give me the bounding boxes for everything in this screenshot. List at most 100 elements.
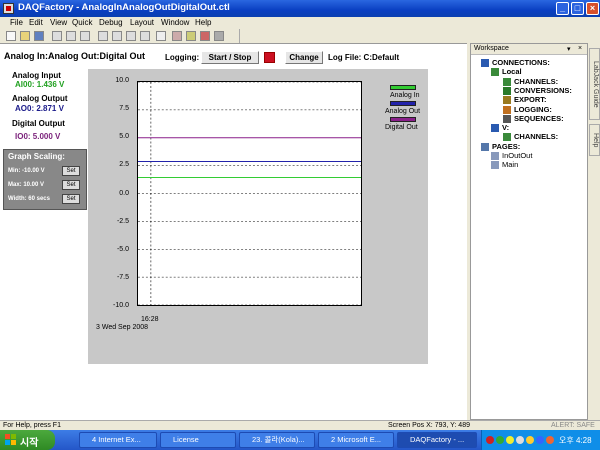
set-min-button[interactable]: Set bbox=[62, 166, 80, 176]
tree-item[interactable]: LOGGING: bbox=[514, 105, 552, 114]
tray-red-icon[interactable] bbox=[486, 436, 494, 444]
logging-label: Logging: bbox=[165, 53, 200, 62]
y-tick-label: 0.0 bbox=[119, 189, 129, 197]
title-bar[interactable]: DAQFactory - AnalogInAnalogOutDigitalOut… bbox=[0, 0, 600, 17]
change-button[interactable]: Change bbox=[285, 51, 323, 64]
y-tick-label: -7.5 bbox=[116, 273, 129, 281]
maximize-button[interactable]: □ bbox=[571, 2, 584, 15]
check-icon[interactable] bbox=[126, 31, 136, 41]
workspace-menu-button[interactable]: ▾ bbox=[567, 45, 571, 53]
menu-debug[interactable]: Debug bbox=[99, 18, 123, 27]
tray-smile-icon[interactable] bbox=[506, 436, 514, 444]
tree-item[interactable]: CONVERSIONS: bbox=[514, 86, 572, 95]
page-title: Analog In:Analog Out:Digital Out bbox=[4, 51, 145, 61]
tray-app-icon[interactable] bbox=[546, 436, 554, 444]
new-icon[interactable] bbox=[6, 31, 16, 41]
menu-window[interactable]: Window bbox=[161, 18, 189, 27]
workspace-header: Workspace ▾ × bbox=[471, 44, 587, 55]
window-title: DAQFactory - AnalogInAnalogOutDigitalOut… bbox=[18, 2, 230, 13]
menu-view[interactable]: View bbox=[50, 18, 67, 27]
menu-edit[interactable]: Edit bbox=[29, 18, 43, 27]
y-tick-label: 2.5 bbox=[119, 161, 129, 169]
help-icon[interactable] bbox=[156, 31, 166, 41]
menu-file[interactable]: File bbox=[10, 18, 23, 27]
screen-position-readout: Screen Pos X: 793, Y: 489 bbox=[388, 422, 470, 429]
x-tick-label: 16:28 bbox=[141, 316, 159, 323]
start-button[interactable]: 시작 bbox=[0, 430, 55, 450]
tray-network-icon[interactable] bbox=[516, 436, 524, 444]
minimize-button[interactable]: _ bbox=[556, 2, 569, 15]
tree-item[interactable]: Local bbox=[502, 67, 522, 76]
digital-output-value: IO0: 5.000 V bbox=[15, 132, 61, 141]
analog-input-value: AI00: 1.436 V bbox=[15, 80, 65, 89]
tray-volume-icon[interactable] bbox=[526, 436, 534, 444]
page-icon[interactable] bbox=[200, 31, 210, 41]
plot-area[interactable] bbox=[137, 81, 362, 306]
tree-item[interactable]: Main bbox=[502, 160, 518, 169]
set-width-button[interactable]: Set bbox=[62, 194, 80, 204]
start-label: 시작 bbox=[20, 438, 39, 449]
tray-ime-icon[interactable] bbox=[536, 436, 544, 444]
tree-item[interactable]: InOutOut bbox=[502, 151, 532, 160]
toolbar bbox=[0, 29, 240, 43]
link-icon[interactable] bbox=[98, 31, 108, 41]
open-icon[interactable] bbox=[20, 31, 30, 41]
close-button[interactable]: × bbox=[586, 2, 599, 15]
menu-quick[interactable]: Quick bbox=[72, 18, 92, 27]
unlink-icon[interactable] bbox=[112, 31, 122, 41]
save-icon[interactable] bbox=[34, 31, 44, 41]
y-tick-label: -10.0 bbox=[113, 302, 129, 309]
paint-icon[interactable] bbox=[186, 31, 196, 41]
set-max-button[interactable]: Set bbox=[62, 180, 80, 190]
workspace-close-button[interactable]: × bbox=[578, 45, 582, 52]
sequences-icon bbox=[503, 114, 511, 123]
tree-item[interactable]: PAGES: bbox=[492, 142, 520, 151]
start-stop-button[interactable]: Start / Stop bbox=[201, 51, 259, 64]
legend-swatch bbox=[390, 85, 416, 90]
connections-icon bbox=[481, 59, 489, 67]
task-internet-explorer[interactable]: 4 Internet Ex... bbox=[79, 432, 157, 448]
tree-item[interactable]: CHANNELS: bbox=[514, 132, 558, 141]
tree-item[interactable]: CONNECTIONS: bbox=[492, 58, 550, 67]
legend-swatch bbox=[390, 117, 416, 122]
tree-item[interactable]: EXPORT: bbox=[514, 95, 547, 104]
graph-scaling-title: Graph Scaling: bbox=[8, 152, 65, 161]
main-page: Analog In:Analog Out:Digital Out Logging… bbox=[0, 43, 467, 420]
tree-item[interactable]: CHANNELS: bbox=[514, 77, 558, 86]
log-file-label: Log File: C:Default bbox=[328, 53, 400, 62]
toolbar-area bbox=[240, 29, 600, 43]
tools-icon[interactable] bbox=[172, 31, 182, 41]
menu-layout[interactable]: Layout bbox=[130, 18, 154, 27]
labjack-guide-tab[interactable]: LabJack Guide bbox=[589, 48, 600, 120]
pages-icon bbox=[481, 142, 489, 151]
menu-bar: File Edit View Quick Debug Layout Window… bbox=[0, 17, 600, 29]
task-license[interactable]: License bbox=[160, 432, 236, 448]
paste-icon[interactable] bbox=[80, 31, 90, 41]
alert-status: ALERT: SAFE bbox=[551, 422, 595, 429]
analog-output-label: Analog Output bbox=[12, 94, 68, 103]
copy-icon[interactable] bbox=[66, 31, 76, 41]
taskbar: 시작 4 Internet Ex... License 23. 콜라(Kola)… bbox=[0, 430, 600, 450]
y-tick-label: 10.0 bbox=[115, 77, 129, 84]
taskbar-clock: 오후 4:28 bbox=[559, 436, 592, 445]
tree-item[interactable]: SEQUENCES: bbox=[514, 114, 564, 123]
help-tab[interactable]: Help bbox=[589, 124, 600, 156]
page-icon bbox=[491, 161, 499, 170]
task-daqfactory[interactable]: DAQFactory - ... bbox=[397, 432, 477, 448]
graph-scaling-panel: Graph Scaling: Min: -10.00 V Set Max: 10… bbox=[3, 149, 87, 210]
x-date-label: 3 Wed Sep 2008 bbox=[96, 324, 149, 331]
y-tick-label: 7.5 bbox=[119, 105, 129, 113]
task-kola[interactable]: 23. 콜라(Kola)... bbox=[239, 432, 315, 448]
scaling-width-label: Width: 60 secs bbox=[8, 196, 50, 202]
legend-label: Digital Out bbox=[385, 124, 418, 131]
cut-icon[interactable] bbox=[52, 31, 62, 41]
print-preview-icon[interactable] bbox=[214, 31, 224, 41]
menu-help[interactable]: Help bbox=[195, 18, 211, 27]
tray-green-icon[interactable] bbox=[496, 436, 504, 444]
legend-label: Analog Out bbox=[385, 108, 421, 115]
legend-label: Analog In bbox=[390, 92, 420, 99]
print-icon[interactable] bbox=[140, 31, 150, 41]
tree-item[interactable]: V: bbox=[502, 123, 509, 132]
app-icon[interactable] bbox=[3, 3, 14, 14]
task-microsoft-excel[interactable]: 2 Microsoft E... bbox=[318, 432, 394, 448]
